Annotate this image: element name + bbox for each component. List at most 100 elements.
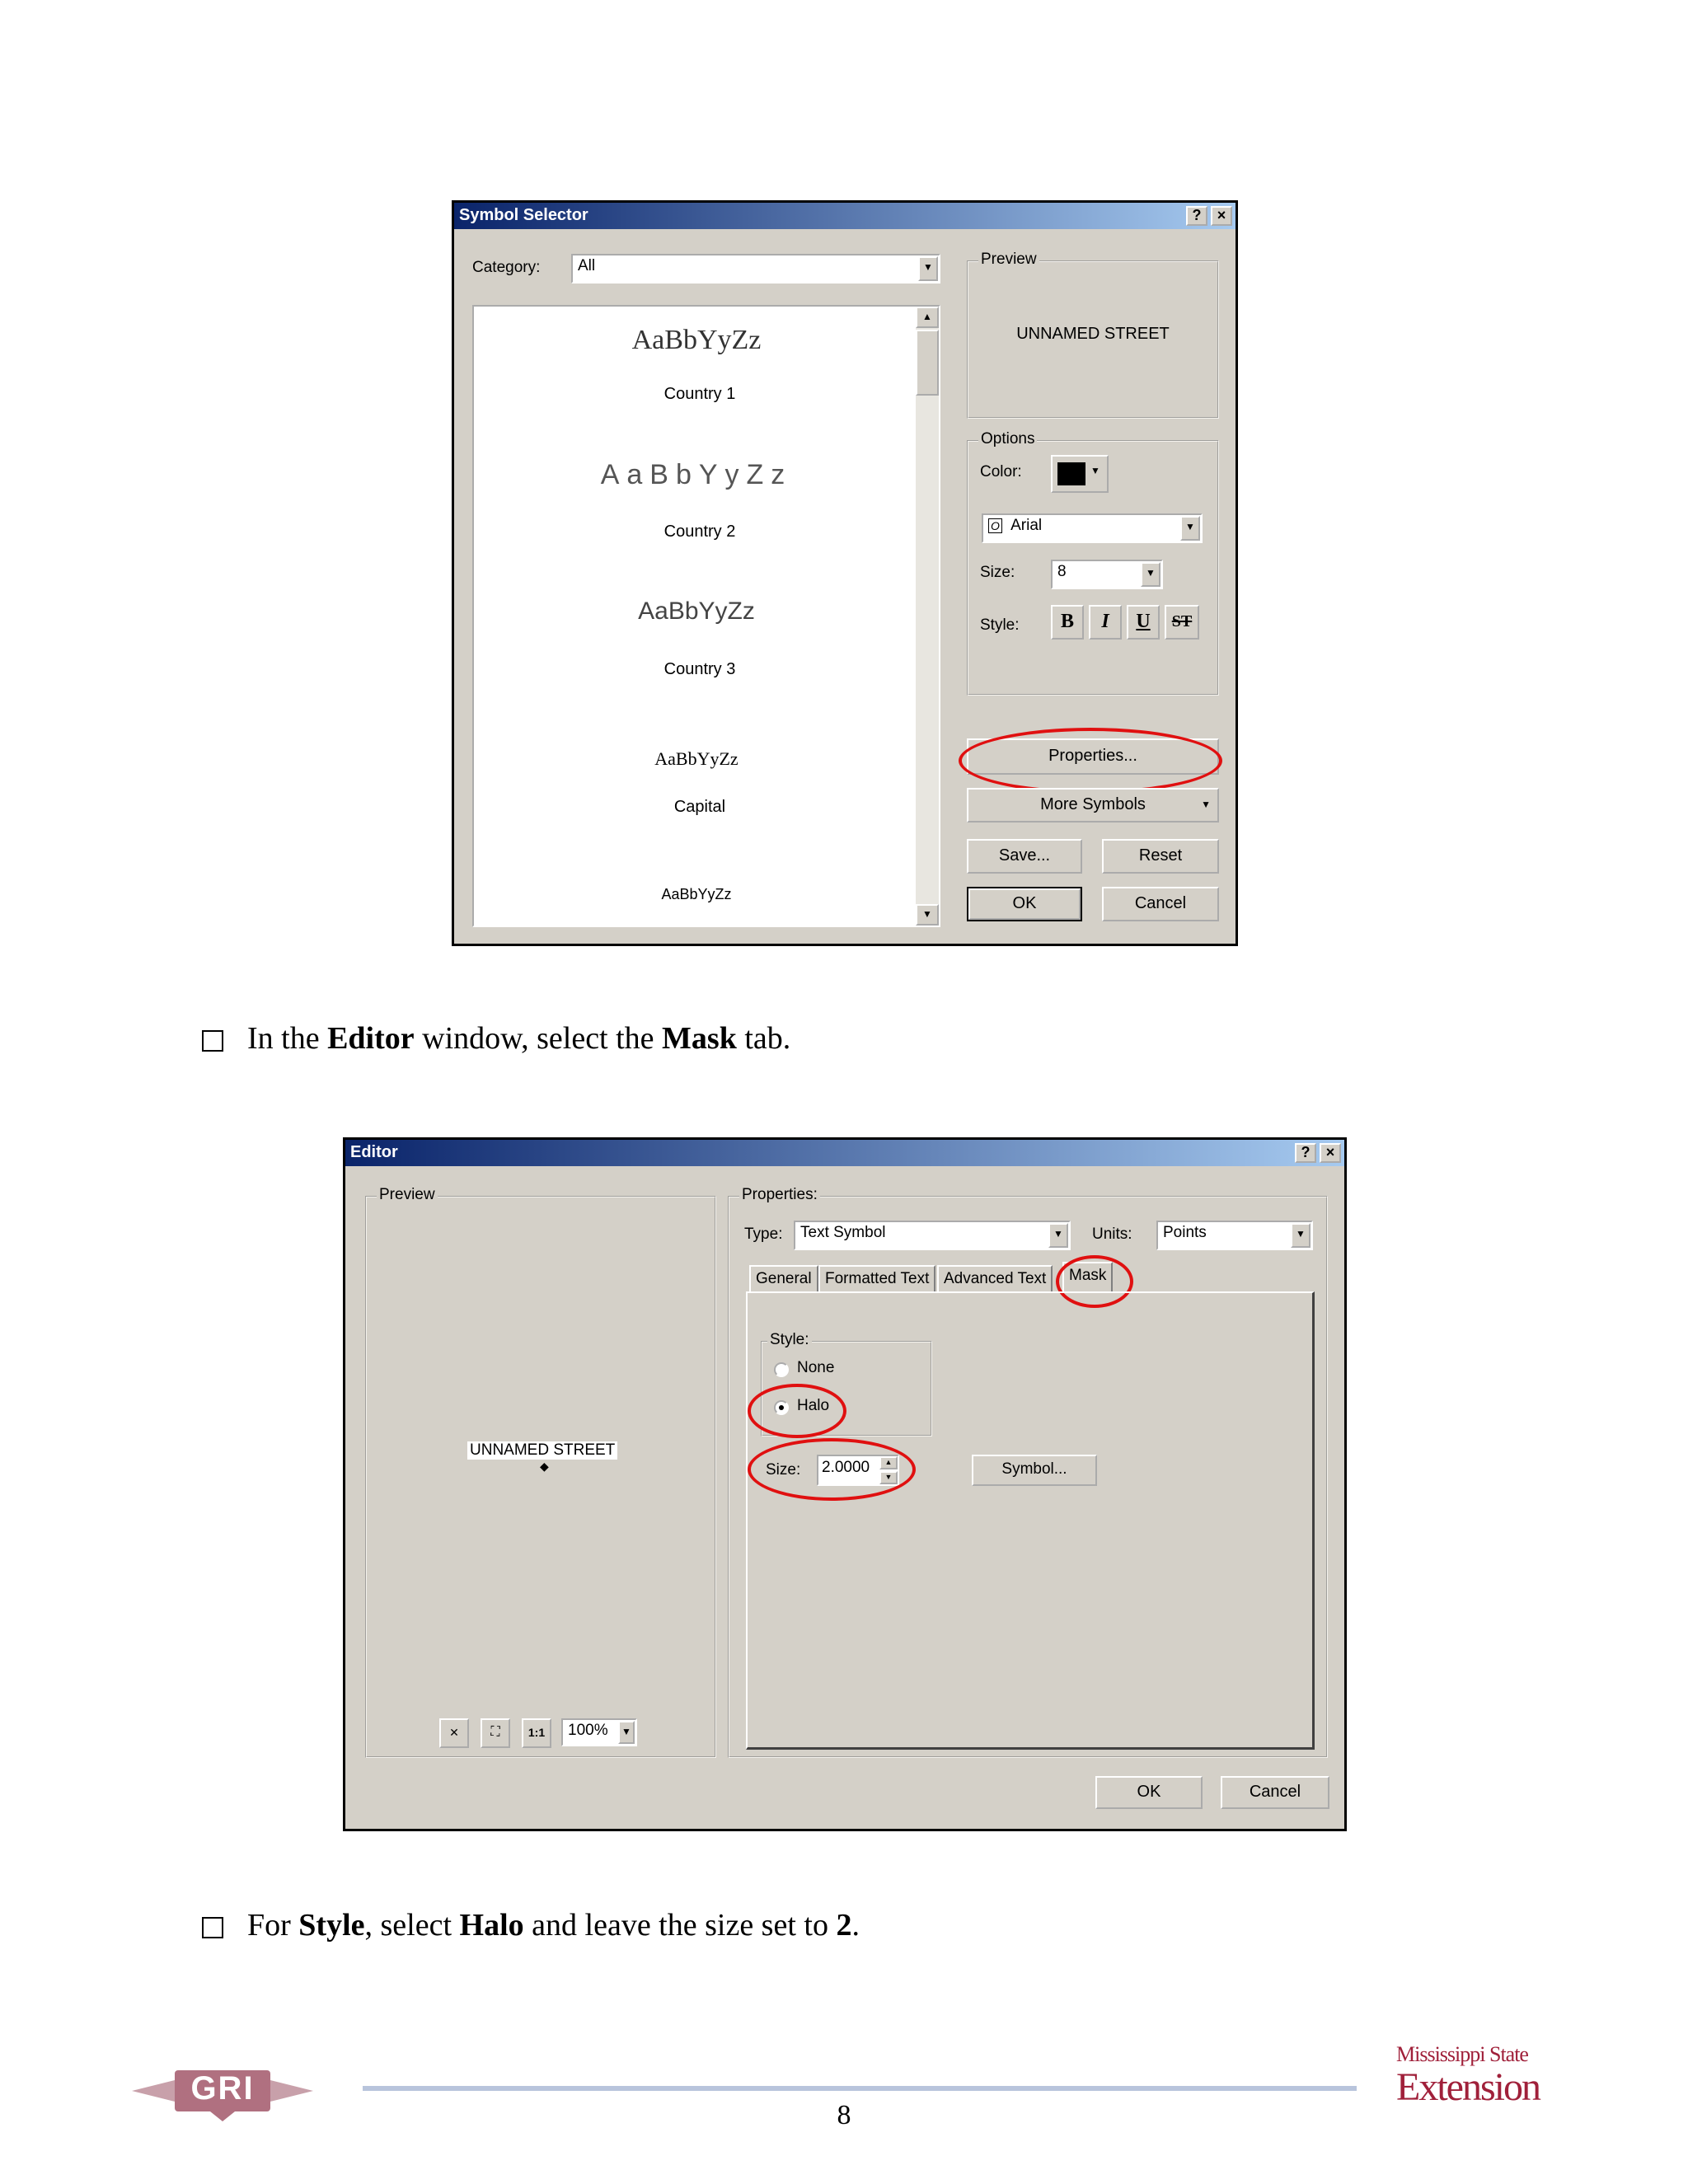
instruction-text: tab. (736, 1021, 791, 1056)
instruction-text: and leave the size set to (523, 1908, 837, 1943)
chevron-down-icon[interactable]: ▼ (1141, 562, 1160, 587)
ok-button[interactable]: OK (967, 887, 1082, 921)
symbol-sample[interactable]: AaBbYyZz (474, 748, 929, 770)
symbol-list[interactable]: AaBbYyZz Country 1 AaBbYyZz Country 2 Aa… (472, 305, 940, 927)
size-label: Size: (980, 564, 1015, 581)
preview-text: UNNAMED STREET (467, 1441, 618, 1460)
category-label: Category: (472, 259, 541, 276)
tab-strip: General Formatted Text Advanced Text Mas… (749, 1262, 1310, 1295)
highlight-ellipse (748, 1438, 916, 1501)
extension-logo: Mississippi State Extension (1396, 2042, 1541, 2121)
type-label: Type: (744, 1226, 783, 1243)
zoom-value: 100% (568, 1722, 608, 1739)
instruction-2: For Style, select Halo and leave the siz… (247, 1907, 860, 1943)
chevron-down-icon[interactable]: ▼ (1180, 516, 1200, 541)
more-symbols-button[interactable]: More Symbols ▼ (967, 788, 1219, 823)
units-value: Points (1163, 1224, 1207, 1241)
instruction-bold: Halo (459, 1908, 524, 1943)
tab-general[interactable]: General (749, 1265, 818, 1291)
chevron-down-icon: ▼ (1090, 465, 1100, 476)
page-number: 8 (837, 2100, 851, 2130)
symbol-selector-dialog: Symbol Selector ? × Category: All ▼ AaBb… (452, 200, 1238, 946)
instruction-bold: Style (298, 1908, 365, 1943)
units-label: Units: (1092, 1226, 1132, 1243)
strikethrough-button[interactable]: ST (1165, 605, 1199, 640)
anchor-point-icon: ◆ (540, 1460, 549, 1473)
symbol-button[interactable]: Symbol... (972, 1455, 1097, 1486)
preview-group: Preview UNNAMED STREET (967, 251, 1219, 419)
extension-logo-line2: Extension (1396, 2065, 1541, 2109)
instruction-1: In the Editor window, select the Mask ta… (247, 1020, 790, 1057)
gri-logo-text: GRI (190, 2070, 255, 2107)
color-label: Color: (980, 463, 1022, 480)
cancel-button[interactable]: Cancel (1102, 887, 1219, 921)
radio-none[interactable] (774, 1362, 789, 1377)
instruction-bold: Mask (662, 1021, 737, 1056)
size-dropdown[interactable]: 8 ▼ (1051, 560, 1163, 589)
properties-label: Properties: (739, 1186, 820, 1204)
style-group-label: Style: (767, 1331, 812, 1349)
symbol-label: Country 2 (663, 523, 736, 541)
editor-dialog: Editor ? × Preview UNNAMED STREET ◆ ✕ ⛶ … (343, 1137, 1347, 1831)
instruction-text: For (247, 1908, 299, 1943)
extension-logo-line1: Mississippi State (1396, 2042, 1529, 2066)
options-label: Options (978, 430, 1038, 448)
ok-button[interactable]: OK (1095, 1776, 1203, 1809)
chevron-down-icon[interactable]: ▼ (618, 1721, 635, 1744)
save-button[interactable]: Save... (967, 839, 1082, 874)
preview-text: UNNAMED STREET (1016, 325, 1170, 343)
font-icon: O (988, 518, 1002, 533)
tab-formatted-text[interactable]: Formatted Text (818, 1265, 936, 1291)
size-value: 8 (1057, 563, 1067, 580)
highlight-ellipse (748, 1384, 846, 1438)
symbol-sample[interactable]: AaBbYyZz (474, 886, 929, 903)
underline-button[interactable]: U (1127, 605, 1160, 640)
zoom-dropdown[interactable]: 100% ▼ (561, 1718, 637, 1746)
symbol-label: Country 1 (663, 385, 736, 403)
scrollbar[interactable]: ▲ ▼ (916, 307, 939, 926)
preview-label: Preview (377, 1186, 438, 1204)
help-button[interactable]: ? (1186, 206, 1207, 226)
editor-preview-group: Preview UNNAMED STREET ◆ ✕ ⛶ 1:1 100% ▼ (365, 1186, 716, 1758)
category-dropdown[interactable]: All ▼ (571, 254, 940, 284)
actual-size-icon[interactable]: 1:1 (522, 1718, 551, 1748)
close-button[interactable]: × (1320, 1143, 1341, 1163)
zoom-out-icon[interactable]: ⛶ (481, 1718, 510, 1748)
properties-group: Properties: Type: Text Symbol ▼ Units: P… (728, 1186, 1328, 1758)
more-symbols-label: More Symbols (1040, 795, 1146, 813)
symbol-sample[interactable]: AaBbYyZz (474, 598, 929, 626)
scroll-thumb[interactable] (916, 330, 939, 396)
scroll-down-icon[interactable]: ▼ (916, 904, 939, 926)
cancel-button[interactable]: Cancel (1221, 1776, 1329, 1809)
symbol-label: Capital (673, 798, 726, 816)
tab-advanced-text[interactable]: Advanced Text (937, 1265, 1053, 1291)
style-label: Style: (980, 616, 1020, 634)
reset-button[interactable]: Reset (1102, 839, 1219, 874)
units-dropdown[interactable]: Points ▼ (1156, 1221, 1313, 1250)
bold-button[interactable]: B (1051, 605, 1084, 640)
scroll-up-icon[interactable]: ▲ (916, 307, 939, 328)
color-picker[interactable]: ▼ (1051, 455, 1109, 493)
chevron-down-icon[interactable]: ▼ (1048, 1223, 1068, 1248)
type-dropdown[interactable]: Text Symbol ▼ (794, 1221, 1071, 1250)
close-button[interactable]: × (1211, 206, 1232, 226)
font-dropdown[interactable]: O Arial ▼ (982, 513, 1203, 543)
footer-rule (363, 2086, 1357, 2091)
symbol-sample[interactable]: AaBbYyZz (474, 459, 929, 491)
type-value: Text Symbol (800, 1224, 886, 1241)
symbol-sample[interactable]: AaBbYyZz (474, 325, 929, 356)
italic-button[interactable]: I (1089, 605, 1122, 640)
dialog-title: Symbol Selector (459, 206, 588, 224)
options-group: Options Color: ▼ O Arial ▼ Size: 8 ▼ Sty… (967, 430, 1219, 696)
highlight-ellipse (959, 728, 1222, 794)
gri-logo: GRI (132, 2060, 313, 2121)
help-button[interactable]: ? (1295, 1143, 1316, 1163)
zoom-in-icon[interactable]: ✕ (439, 1718, 469, 1748)
editor-titlebar: Editor ? × (345, 1140, 1344, 1166)
symbol-selector-titlebar: Symbol Selector ? × (454, 203, 1236, 229)
chevron-down-icon[interactable]: ▼ (918, 256, 938, 281)
radio-none-label: None (797, 1359, 835, 1376)
category-value: All (578, 257, 596, 274)
instruction-text: window, select the (414, 1021, 663, 1056)
chevron-down-icon[interactable]: ▼ (1291, 1223, 1311, 1248)
